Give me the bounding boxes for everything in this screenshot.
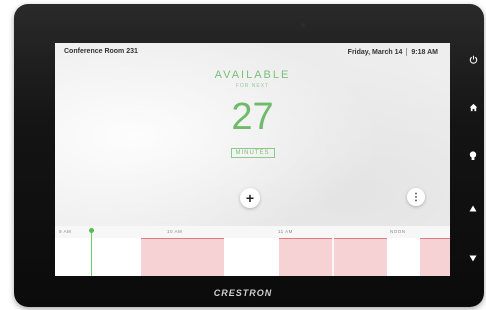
arrow-down-icon (469, 255, 477, 262)
room-name: Conference Room 231 (64, 48, 138, 55)
arrow-up-icon (469, 205, 477, 212)
light-bulb-icon (469, 151, 477, 160)
more-vertical-icon: ⋮ (411, 191, 421, 203)
camera-dot (301, 23, 305, 27)
timeline-slot-free[interactable] (387, 238, 421, 276)
status-bar: Conference Room 231 Friday, March 14 9:18… (55, 43, 450, 61)
power-button[interactable] (463, 55, 483, 64)
timeline-label-10am: 10 AM (167, 229, 183, 234)
minutes-unit: MINUTES (230, 148, 275, 158)
timeline-blocks (55, 238, 450, 276)
power-icon (469, 55, 477, 64)
timeline-slot-free[interactable] (224, 238, 280, 276)
timeline-label-9am: 9 AM (59, 229, 72, 234)
more-options-button[interactable]: ⋮ (407, 188, 425, 206)
timeline-label-noon: NOON (390, 229, 406, 234)
plus-icon: + (245, 190, 255, 206)
timeline-slot-busy[interactable] (279, 238, 332, 276)
current-time: 9:18 AM (411, 48, 438, 56)
add-reservation-button[interactable]: + (240, 188, 260, 208)
timeline-label-11am: 11 AM (278, 229, 293, 234)
home-icon (469, 103, 477, 112)
timeline-slot-free[interactable] (55, 238, 113, 276)
date-time: Friday, March 14 9:18 AM (348, 48, 438, 56)
current-time-dot (89, 228, 94, 233)
timeline-slot-free[interactable] (112, 238, 142, 276)
timeline-slot-busy[interactable] (141, 238, 224, 276)
brand-logo: CRESTRON (213, 288, 273, 298)
divider (406, 48, 408, 56)
current-date: Friday, March 14 (347, 48, 403, 56)
minutes-count: 27 (231, 96, 274, 138)
current-time-indicator (91, 230, 92, 276)
up-button[interactable] (463, 205, 483, 212)
availability-status: AVAILABLE (214, 69, 291, 81)
for-next-label: FOR NEXT (235, 83, 270, 89)
timeline-slot-busy[interactable] (420, 238, 450, 276)
timeline-slot-busy[interactable] (334, 238, 387, 276)
down-button[interactable] (463, 255, 483, 262)
schedule-timeline[interactable]: 9 AM 10 AM 11 AM NOON (55, 226, 450, 276)
touch-screen: Conference Room 231 Friday, March 14 9:18… (55, 43, 450, 276)
light-button[interactable] (463, 151, 483, 161)
home-button[interactable] (463, 103, 483, 112)
